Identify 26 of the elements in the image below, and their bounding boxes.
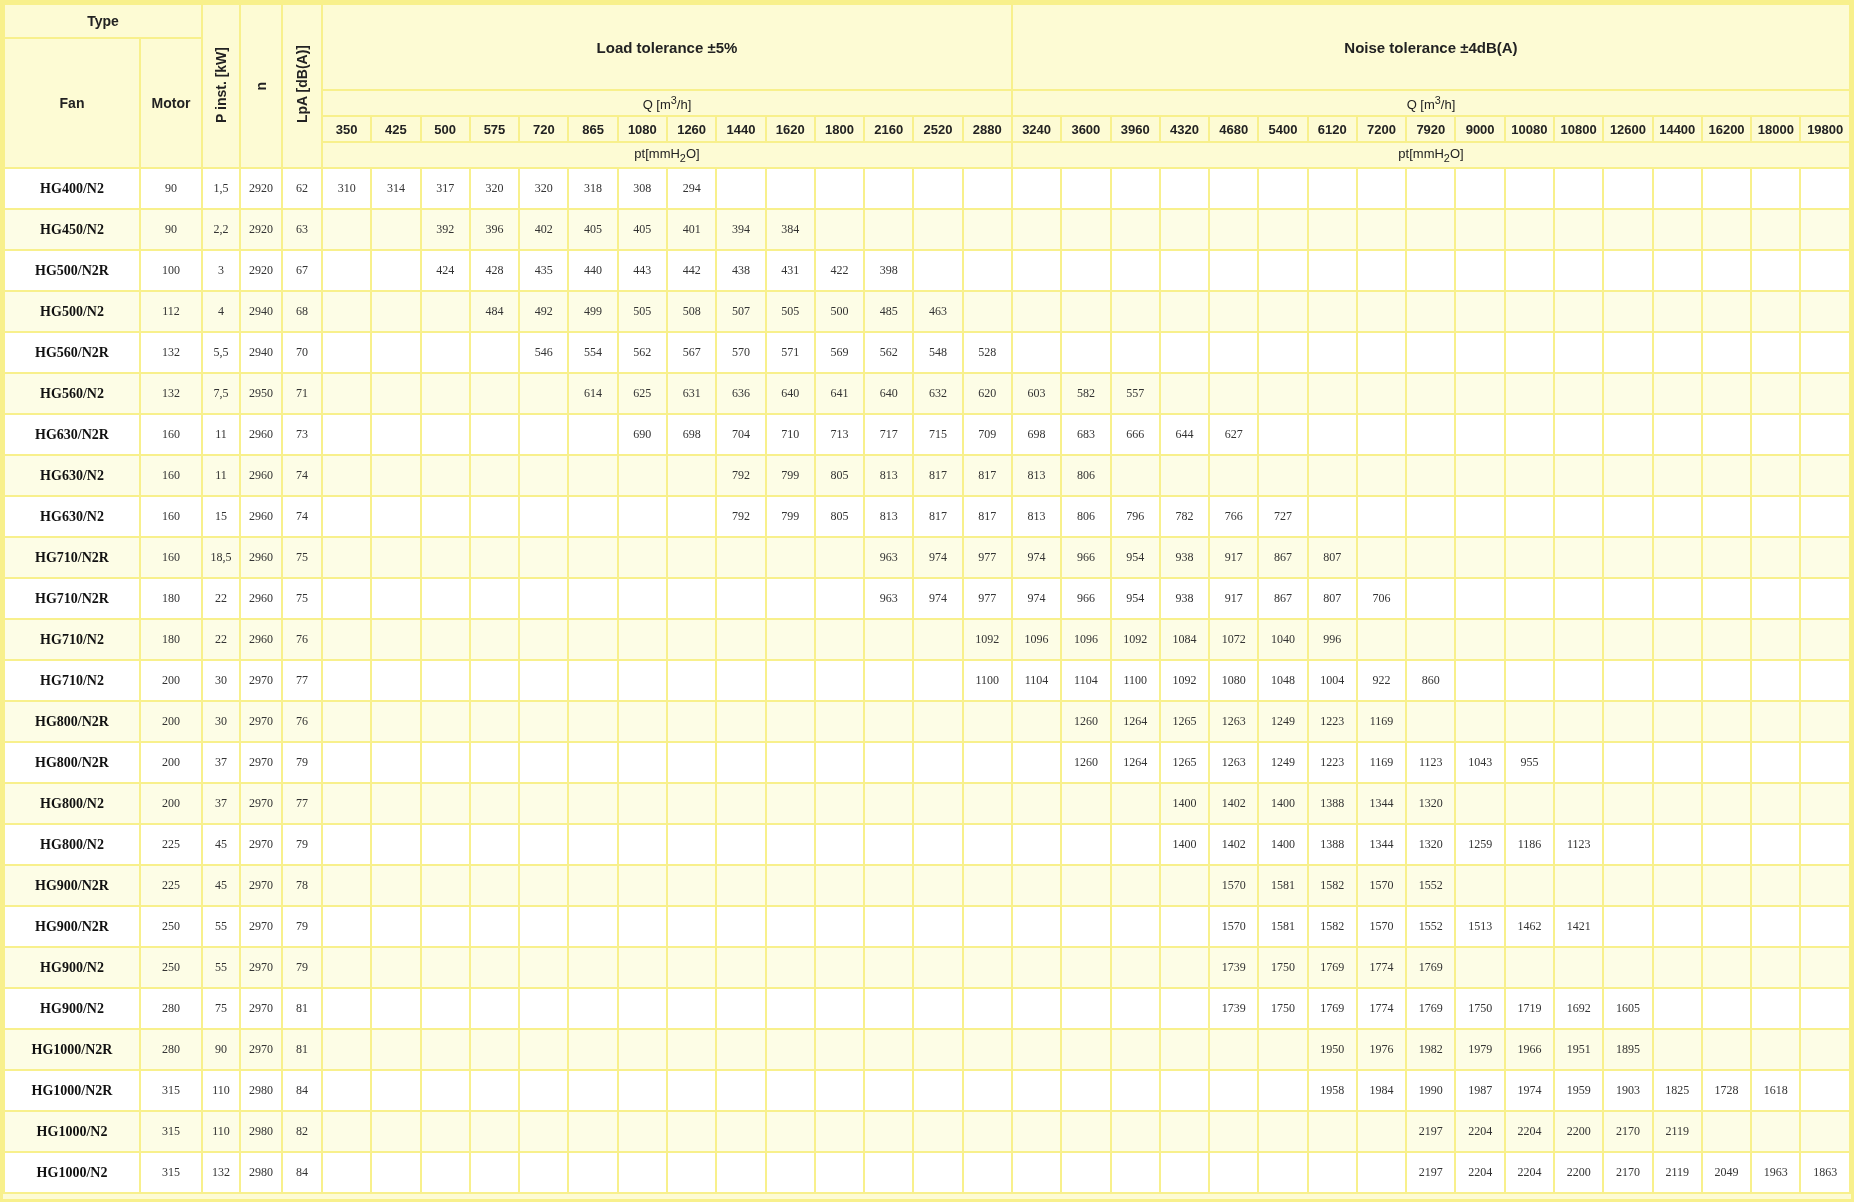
column-header: P inst. [kW] [202, 4, 240, 168]
table-cell: 2204 [1504, 1152, 1555, 1193]
table-cell: 2200 [1554, 1152, 1604, 1193]
table-cell: 2049 [1701, 1152, 1752, 1193]
table-cell: 2170 [1603, 1152, 1653, 1193]
column-header: Q [m$^{3}$/h] [322, 90, 1012, 116]
table-cell: 2204 [1455, 1152, 1505, 1193]
table-cell: 2980 [240, 1152, 282, 1193]
table-cell: 1863 [1800, 1152, 1850, 1193]
table-cell: 315 [140, 1152, 202, 1193]
column-header: Load tolerance ±5% [322, 4, 1012, 90]
column-header: pt[mmH$_{2}$O] [1011, 142, 1850, 168]
column-header: Q [m$^{3}$/h] [1011, 90, 1850, 116]
column-header: n [240, 4, 282, 168]
column-header: Type [4, 4, 202, 38]
table-cell: 84 [282, 1152, 322, 1193]
table-cell: 132 [202, 1152, 240, 1193]
table-cell: 2197 [1406, 1152, 1456, 1193]
table-cell: HG1000/N2 [4, 1152, 140, 1193]
column-header: LpA [dB(A)] [282, 4, 322, 168]
table-cell: 1963 [1751, 1152, 1801, 1193]
column-header: Noise tolerance ±4dB(A) [1011, 4, 1850, 90]
column-header: Fan [4, 38, 140, 168]
table-cell: 2119 [1652, 1152, 1702, 1193]
column-header: pt[mmH$_{2}$O] [322, 142, 1012, 168]
column-header: Motor [140, 38, 202, 168]
